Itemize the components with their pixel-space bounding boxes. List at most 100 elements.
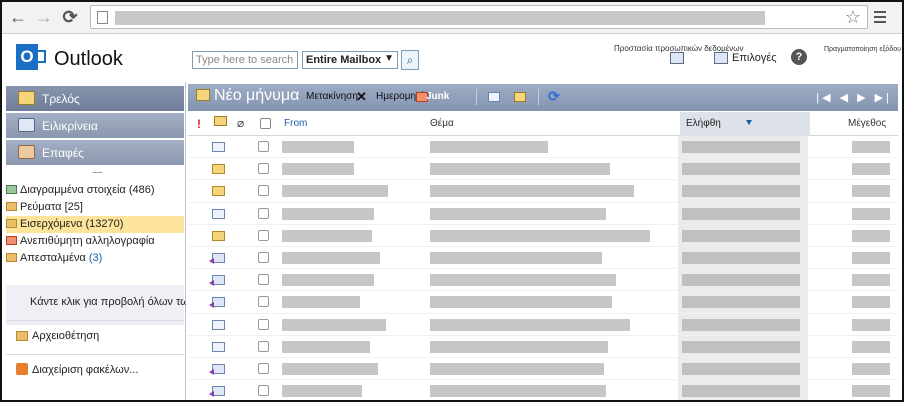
row-checkbox[interactable] [258,362,269,374]
message-row[interactable] [188,136,898,159]
subject-redacted [430,229,650,242]
message-toolbar: Νέο μήνυμα Μετακίνηση ✕ Ημερομηνία Junk … [188,84,898,111]
back-arrow-icon[interactable]: ← [8,7,28,27]
size-column-header[interactable]: Μέγεθος [848,118,886,129]
move-button[interactable]: Μετακίνηση [306,91,358,102]
row-checkbox[interactable] [258,318,269,330]
pager-controls[interactable]: |◀ ◀ ▶ ▶| [816,91,892,104]
size-redacted [852,340,890,353]
read-message-icon[interactable] [488,92,500,102]
new-message-icon [196,89,210,101]
row-checkbox[interactable] [258,251,269,263]
signout-link[interactable]: Πραγματοποίηση εξόδου [824,46,901,53]
sent-folder-icon [6,253,17,262]
nav-contacts-label: Επαφές [42,146,84,160]
unread-message-icon[interactable] [514,92,526,102]
folder-deleted-items[interactable]: Διαγραμμένα στοιχεία (486) [6,182,184,199]
message-row[interactable] [188,314,898,336]
received-redacted [682,362,800,375]
forward-arrow-icon[interactable]: → [34,7,54,27]
new-message-button[interactable]: Νέο μήνυμα [196,87,299,105]
folder-sent[interactable]: Απεσταλμένα (3) [6,250,184,267]
delete-icon[interactable]: ✕ [356,89,367,105]
importance-icon[interactable]: ! [197,117,201,131]
size-redacted [852,207,890,220]
subject-column-header[interactable]: Θέμα [430,118,454,129]
unread-message-icon [212,186,225,197]
attachment-icon[interactable]: ⌀ [237,116,244,130]
row-checkbox[interactable] [258,385,269,397]
address-book-icon[interactable] [670,52,684,64]
options-link[interactable]: Επιλογές [732,52,777,64]
address-bar[interactable]: ☆ [90,5,868,29]
row-checkbox[interactable] [258,141,269,152]
message-row[interactable] [188,225,898,247]
navigation-pane: Τρελός Ειλικρίνεια Επαφές ........ Διαγρ… [2,82,241,400]
row-checkbox[interactable] [258,340,269,352]
folder-junk[interactable]: Ανεπιθύμητη αλληλογραφία [6,233,184,250]
folder-name: Ρεύματα [20,201,62,213]
from-redacted [282,163,354,176]
row-checkbox[interactable] [258,207,269,219]
url-redacted [115,11,765,25]
browser-menu-icon[interactable] [874,11,886,26]
folder-feeds[interactable]: Ρεύματα [25] [6,199,184,216]
from-redacted [282,141,354,153]
app-title: Outlook [54,48,123,70]
nav-contacts[interactable]: Επαφές [6,140,184,166]
options-icon[interactable] [714,52,728,64]
row-checkbox[interactable] [258,185,269,197]
replied-message-icon [209,275,225,287]
message-row[interactable] [188,380,898,400]
received-column-header[interactable]: Ελήφθη [680,112,810,136]
subject-redacted [430,385,606,398]
message-row[interactable] [188,358,898,381]
resize-grip[interactable]: ........ [92,166,103,175]
row-checkbox[interactable] [258,296,269,308]
message-icon-header[interactable] [214,116,227,126]
size-redacted [852,296,890,309]
message-row[interactable] [188,291,898,314]
row-checkbox[interactable] [258,229,269,241]
nav-calendar[interactable]: Ειλικρίνεια [6,113,184,139]
select-all-checkbox[interactable] [260,118,271,129]
junk-button[interactable]: Junk [426,91,449,102]
message-row[interactable] [188,247,898,270]
message-row[interactable] [188,180,898,203]
message-row[interactable] [188,203,898,225]
unread-message-icon [212,164,225,175]
from-redacted [282,296,360,309]
received-redacted [682,340,800,353]
reload-icon[interactable]: ⟳ [60,7,80,27]
unread-message-icon [212,230,225,241]
row-checkbox[interactable] [258,274,269,286]
received-redacted [682,185,800,198]
help-icon[interactable]: ? [791,49,807,65]
message-row[interactable] [188,336,898,358]
size-redacted [852,318,890,331]
message-row[interactable] [188,158,898,181]
from-column-header[interactable]: From [284,118,307,129]
folder-icon [6,202,17,211]
row-checkbox[interactable] [258,163,269,175]
from-redacted [282,185,388,198]
bookmark-star-icon[interactable]: ☆ [845,7,861,28]
message-row[interactable] [188,269,898,292]
nav-mail[interactable]: Τρελός [6,86,184,112]
search-button[interactable]: ⌕ [401,50,419,70]
size-redacted [852,251,890,264]
folder-name: Εισερχόμενα [20,218,83,230]
archive-folder[interactable]: Αρχειοθέτηση [6,320,184,350]
toolbar-divider [538,89,539,105]
refresh-icon[interactable]: ⟳ [548,88,560,105]
manage-folders[interactable]: Διαχείριση φακέλων... [6,354,184,384]
received-column-label: Ελήφθη [686,118,721,129]
show-all-folders-link[interactable]: Κάντε κλικ για προβολή όλων των φακέλων [6,285,241,325]
size-redacted [852,385,890,398]
folder-inbox[interactable]: Εισερχόμενα (13270) [6,216,184,233]
replied-message-icon [209,252,225,264]
search-scope-select[interactable]: Entire Mailbox ▼ [302,51,398,69]
size-redacted [852,185,890,198]
search-input[interactable]: Type here to search [192,51,298,69]
from-redacted [282,340,370,353]
